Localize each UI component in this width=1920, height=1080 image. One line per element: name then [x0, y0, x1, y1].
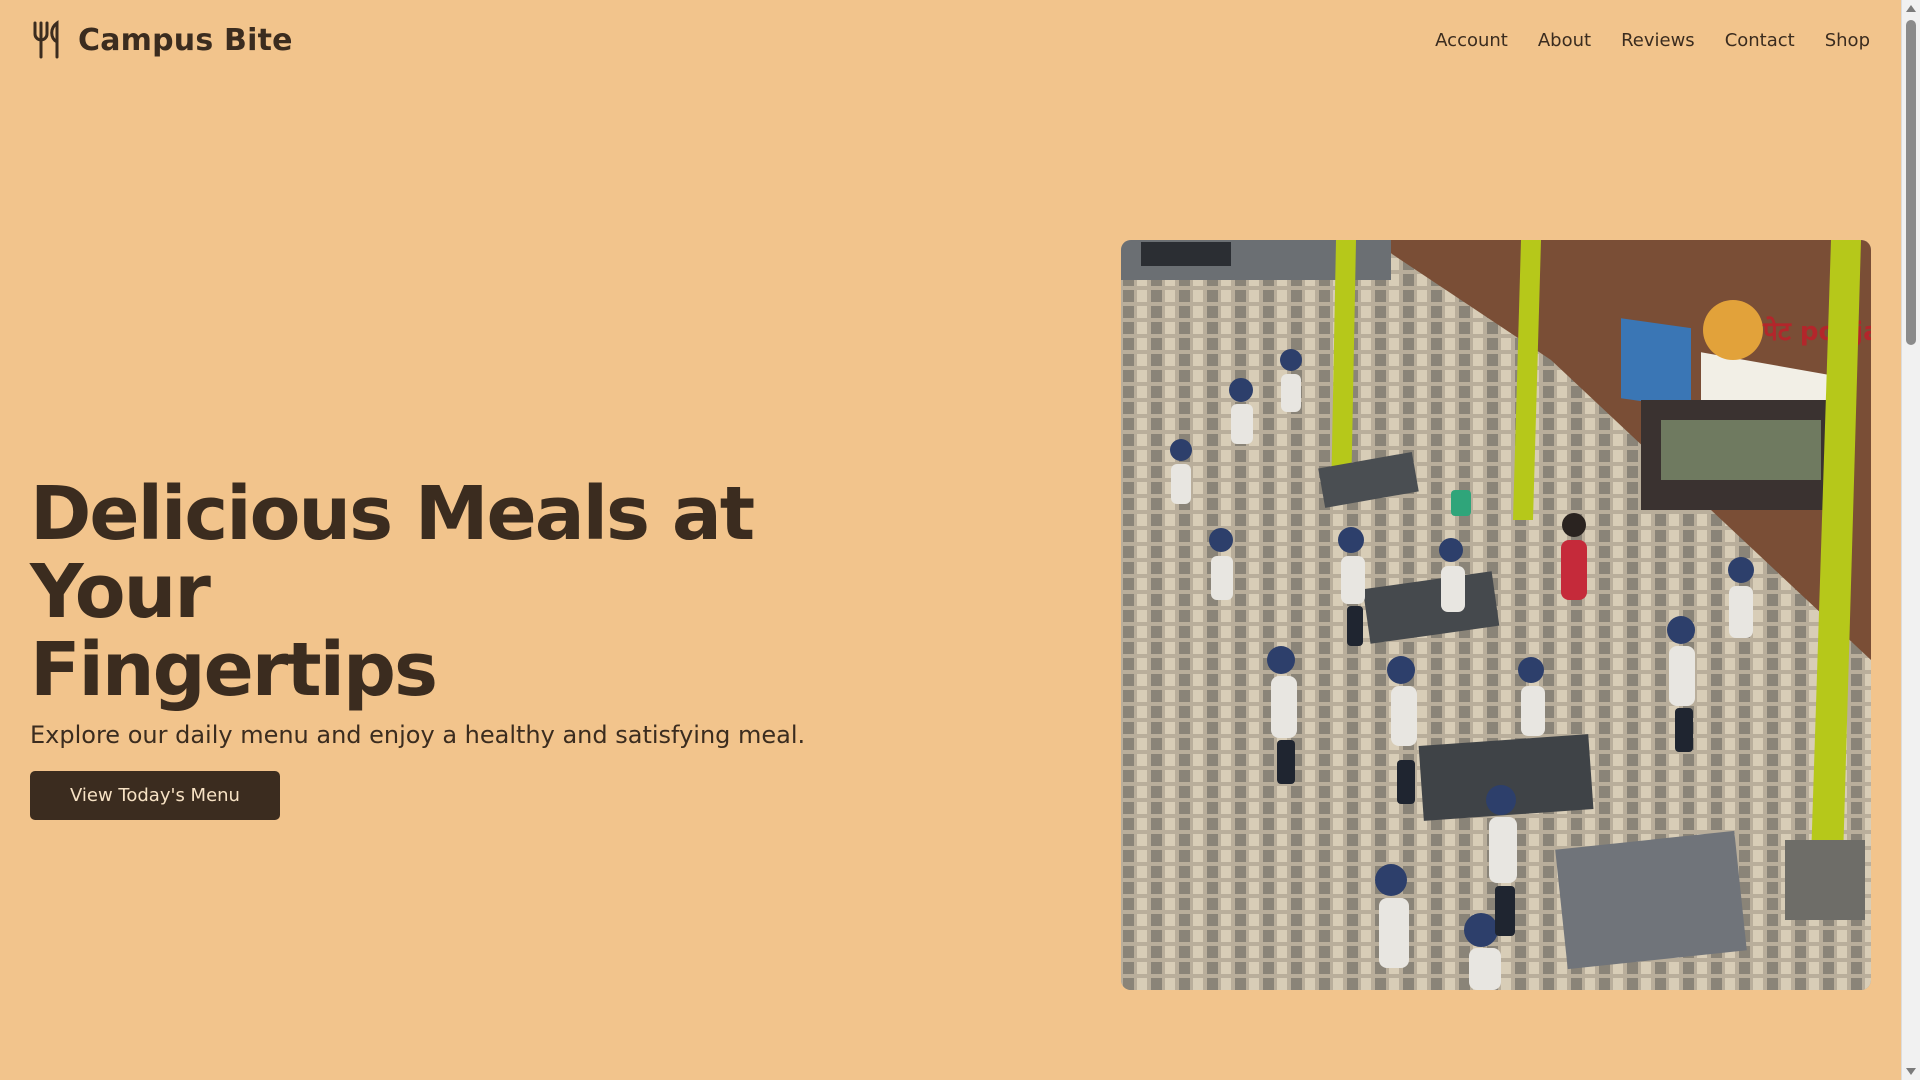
vertical-scrollbar[interactable]	[1901, 0, 1920, 1080]
page: Campus Bite Account About Reviews Contac…	[0, 0, 1900, 1080]
hero-title: Delicious Meals at Your Fingertips	[30, 475, 890, 709]
hero-title-line2: Fingertips	[30, 627, 438, 713]
brand[interactable]: Campus Bite	[30, 20, 293, 60]
hero-section: Delicious Meals at Your Fingertips Explo…	[30, 475, 890, 820]
fork-knife-icon	[33, 20, 59, 59]
brand-name: Campus Bite	[78, 22, 293, 58]
nav-contact[interactable]: Contact	[1725, 30, 1795, 51]
scroll-thumb[interactable]	[1906, 20, 1916, 345]
nav-about[interactable]: About	[1538, 30, 1591, 51]
food-court-image: पेट pooja	[1121, 240, 1871, 990]
scroll-up-arrow-icon[interactable]	[1906, 5, 1916, 12]
hero-photo: पेट pooja	[1121, 240, 1871, 990]
scroll-down-arrow-icon[interactable]	[1906, 1068, 1916, 1075]
nav-account[interactable]: Account	[1435, 30, 1508, 51]
hero-subtitle: Explore our daily menu and enjoy a healt…	[30, 721, 806, 749]
nav-reviews[interactable]: Reviews	[1621, 30, 1695, 51]
site-header: Campus Bite Account About Reviews Contac…	[30, 18, 1870, 62]
nav-shop[interactable]: Shop	[1825, 30, 1870, 51]
view-menu-button[interactable]: View Today's Menu	[30, 771, 280, 820]
hero-title-line1: Delicious Meals at Your	[30, 471, 755, 635]
main-nav: Account About Reviews Contact Shop	[1435, 30, 1870, 51]
